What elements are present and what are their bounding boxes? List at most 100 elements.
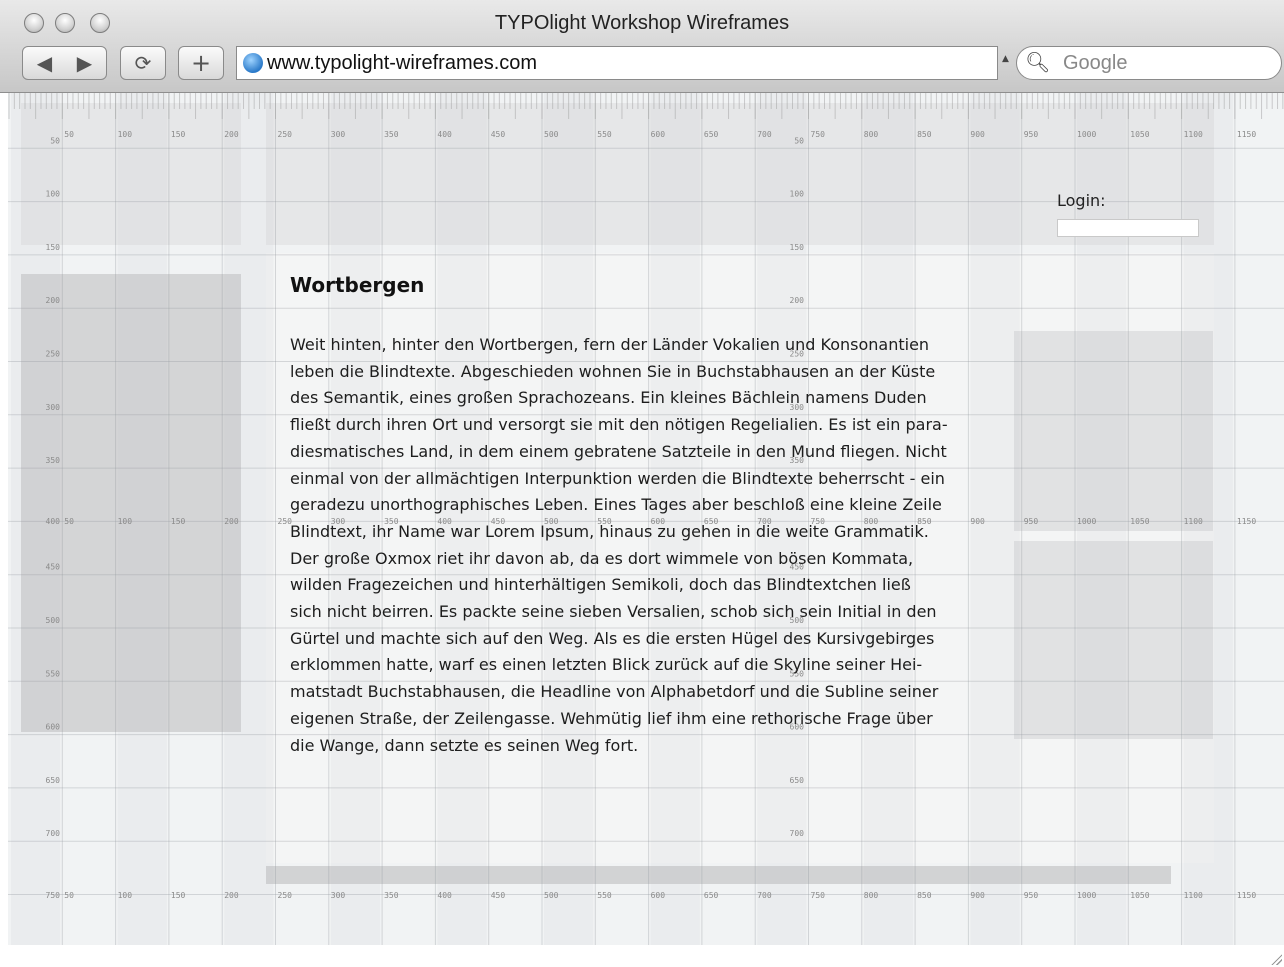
ruler-y-label: 350: [46, 456, 61, 465]
add-bookmark-button[interactable]: +: [178, 46, 224, 80]
ruler-x-label: 650: [704, 130, 719, 139]
ruler-x-label: 950: [1024, 130, 1039, 139]
ruler-x-label: 1150: [1237, 891, 1256, 900]
article-line: Blindtext, ihr Name war Lorem Ipsum, hin…: [290, 521, 929, 541]
ruler-x-label: 550: [597, 891, 612, 900]
ruler-x-label: 850: [917, 130, 932, 139]
ruler-y-label: 700: [46, 829, 61, 838]
search-icon[interactable]: 🔍︎: [1025, 50, 1050, 74]
ruler-x-label: 250: [278, 891, 293, 900]
ruler-x-label: 450: [491, 130, 506, 139]
plus-icon: +: [190, 49, 212, 77]
ruler-x-label: 100: [118, 891, 133, 900]
ruler-y-label: 150: [46, 243, 61, 252]
article-line: eigenen Straße, der Zeilengasse. Wehmüti…: [290, 708, 933, 728]
article-line: diesmatisches Land, in dem einem gebrate…: [290, 441, 947, 461]
article-line: einmal von der allmächtigen Interpunktio…: [290, 468, 945, 488]
article-line: die Wange, dann setzte es seinen Weg for…: [290, 735, 639, 755]
ruler-x-label: 100: [118, 517, 133, 526]
ruler-y-label: 550: [46, 669, 61, 678]
back-arrow-icon[interactable]: ◀: [25, 47, 65, 79]
ruler-x-label: 400: [437, 130, 452, 139]
ruler-x-label: 300: [331, 130, 346, 139]
ruler-x-label: 800: [864, 891, 879, 900]
ruler-x-label: 900: [970, 130, 985, 139]
ruler-x-label: 350: [384, 891, 399, 900]
ruler-x-label: 450: [491, 891, 506, 900]
ruler-x-label: 800: [864, 130, 879, 139]
ruler-x-label: 550: [597, 130, 612, 139]
ruler-x-label: 900: [970, 517, 985, 526]
ruler-y-label: 50: [794, 136, 804, 145]
ruler-y-label: 200: [46, 296, 61, 305]
ruler-x-label: 250: [278, 130, 293, 139]
ruler-x-label: 100: [118, 130, 133, 139]
ruler-y-label: 100: [790, 190, 805, 199]
article-line: erklommen hatte, warf es einen letzten B…: [290, 655, 923, 675]
reload-button[interactable]: ⟳: [120, 46, 166, 80]
ruler-x-label: 700: [757, 130, 772, 139]
page-viewport: 50 100 150 200 250 300 350 400 450 500 550 600 650 70…: [8, 93, 1284, 945]
ruler-x-label: 1050: [1130, 130, 1149, 139]
ruler-x-label: 1000: [1077, 517, 1096, 526]
article-line: Der große Oxmox riet ihr davon ab, da es…: [290, 548, 914, 568]
ruler-x-label: 1000: [1077, 891, 1096, 900]
ruler-x-label: 1050: [1130, 517, 1149, 526]
ruler-x-label: 50: [64, 891, 74, 900]
article-line: fließt durch ihren Ort und versorgt sie …: [290, 415, 948, 435]
address-bar[interactable]: www.typolight-wireframes.com: [236, 46, 998, 80]
globe-icon: [243, 53, 263, 73]
ruler-x-label: 750: [811, 130, 826, 139]
address-text[interactable]: www.typolight-wireframes.com: [267, 52, 537, 75]
login-label: Login:: [1057, 191, 1106, 210]
ruler-x-label: 50: [64, 130, 74, 139]
ruler-x-label: 900: [970, 891, 985, 900]
article-line: wilden Fragezeichen und hinterhältigen S…: [290, 575, 911, 595]
search-placeholder: Google: [1063, 52, 1128, 74]
ruler-y-label: 300: [46, 403, 61, 412]
ruler-x-label: 600: [651, 891, 666, 900]
login-input[interactable]: [1057, 219, 1199, 237]
ruler-y-label: 750: [46, 891, 61, 900]
ruler-y-label: 100: [46, 190, 61, 199]
ruler-x-label: 350: [384, 130, 399, 139]
back-forward-buttons[interactable]: ◀ ▶: [22, 46, 107, 80]
article-line: leben die Blindtexte. Abgeschieden wohne…: [290, 361, 936, 381]
ruler-x-label: 200: [224, 130, 239, 139]
ruler-y-label: 600: [46, 723, 61, 732]
ruler-x-label: 850: [917, 891, 932, 900]
article-line: Weit hinten, hinter den Wortbergen, fern…: [290, 335, 930, 354]
ruler-x-label: 150: [171, 517, 186, 526]
browser-toolbar: TYPOlight Workshop Wireframes ◀ ▶ ⟳ + www…: [0, 0, 1284, 93]
ruler-x-label: 150: [171, 891, 186, 900]
article-line: geradezu unorthographisches Leben. Eines…: [290, 495, 942, 515]
ruler-x-label: 750: [811, 891, 826, 900]
article-line: matstadt Buchstabhausen, die Headline vo…: [290, 682, 939, 702]
ruler-x-label: 400: [437, 891, 452, 900]
ruler-x-label: 1000: [1077, 130, 1096, 139]
search-field[interactable]: 🔍︎ Google: [1016, 46, 1282, 80]
forward-arrow-icon[interactable]: ▶: [65, 47, 105, 79]
ruler-x-label: 150: [171, 130, 186, 139]
ruler-x-label: 500: [544, 130, 559, 139]
resize-grip-icon[interactable]: [1270, 953, 1282, 965]
ruler-y-label: 700: [790, 829, 805, 838]
ruler-y-label: 500: [46, 616, 61, 625]
ruler-x-label: 200: [224, 891, 239, 900]
ruler-x-label: 50: [64, 517, 74, 526]
article-line: Gürtel und machte sich auf den Weg. Als …: [290, 628, 935, 648]
ruler-y-label: 200: [790, 296, 805, 305]
ruler-x-label: 950: [1024, 517, 1039, 526]
ruler-y-label: 150: [790, 243, 805, 252]
ruler-y-label: 650: [46, 776, 61, 785]
ruler-y-label: 450: [46, 563, 61, 572]
ruler-x-label: 1150: [1237, 517, 1256, 526]
address-dropdown-icon[interactable]: ▲: [1002, 54, 1009, 64]
ruler-y-label: 650: [790, 776, 805, 785]
article-line: des Semantik, eines großen Sprachozeans.…: [290, 388, 927, 408]
ruler-x-label: 600: [651, 130, 666, 139]
ruler-y-label: 50: [50, 136, 60, 145]
browser-status-bar: [0, 945, 1284, 967]
ruler-x-label: 200: [224, 517, 239, 526]
ruler-x-label: 650: [704, 891, 719, 900]
